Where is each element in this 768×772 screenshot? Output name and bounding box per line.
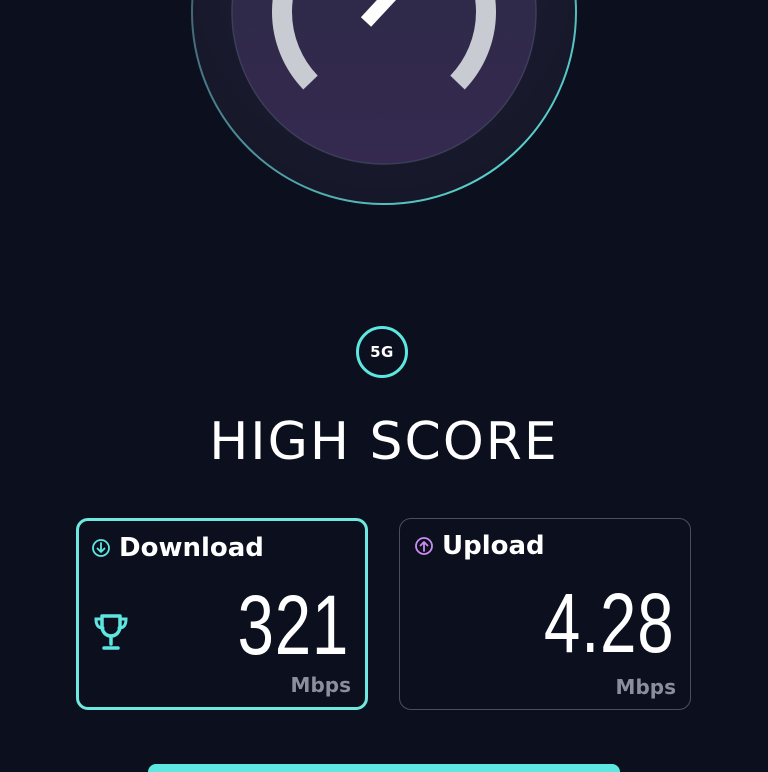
download-value: 321 (237, 578, 349, 672)
primary-action-button[interactable] (148, 764, 620, 772)
trophy-icon (94, 614, 128, 650)
download-card[interactable]: Download 321 Mbps (76, 518, 368, 710)
download-label: Download (119, 533, 264, 563)
speedometer-gauge-icon (191, 0, 577, 205)
upload-header: Upload (414, 531, 545, 561)
network-type-label: 5G (370, 343, 394, 361)
download-unit: Mbps (290, 673, 351, 697)
speed-gauge (0, 0, 768, 220)
upload-card[interactable]: Upload 4.28 Mbps (399, 518, 691, 710)
network-type-badge: 5G (356, 326, 408, 378)
arrow-down-circle-icon (92, 539, 110, 557)
arrow-up-circle-icon (415, 537, 433, 555)
upload-value: 4.28 (543, 576, 674, 670)
upload-unit: Mbps (615, 675, 676, 699)
result-headline: HIGH SCORE (209, 412, 559, 472)
download-header: Download (91, 533, 264, 563)
upload-label: Upload (442, 531, 545, 561)
